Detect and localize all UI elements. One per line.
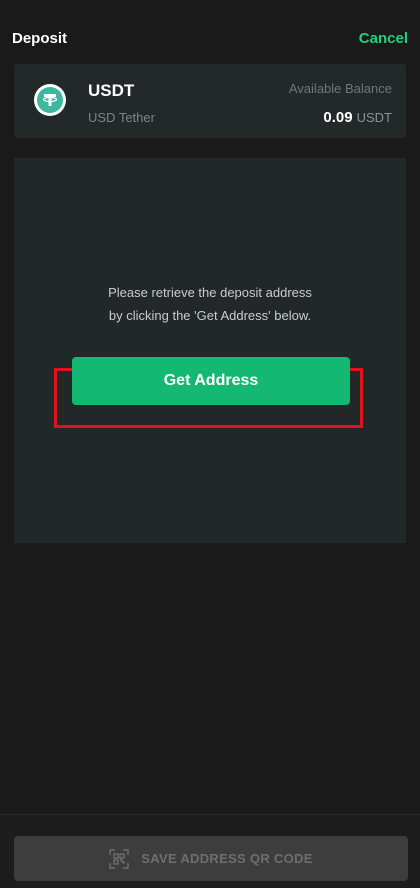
bottom-bar: SAVE ADDRESS QR CODE xyxy=(0,814,420,888)
tether-icon xyxy=(34,84,66,116)
get-address-button[interactable]: Get Address xyxy=(72,357,350,405)
balance-label: Available Balance xyxy=(288,81,392,96)
deposit-screen: Deposit Cancel USDT USD Tether Available… xyxy=(0,0,420,888)
cancel-button[interactable]: Cancel xyxy=(359,30,408,47)
asset-card: USDT USD Tether Available Balance 0.09 US… xyxy=(14,64,406,138)
balance-amount: 0.09 xyxy=(323,109,353,126)
balance-value-row: 0.09 USDT xyxy=(323,109,392,126)
asset-symbol: USDT xyxy=(88,81,135,100)
deposit-instructions: Please retrieve the deposit address by c… xyxy=(14,281,406,327)
instruction-line-2: by clicking the 'Get Address' below. xyxy=(108,308,312,323)
qr-scan-icon xyxy=(109,848,129,869)
balance-unit: USDT xyxy=(356,110,392,125)
deposit-panel: Please retrieve the deposit address by c… xyxy=(14,158,406,543)
asset-name: USD Tether xyxy=(88,110,155,125)
save-qr-label: SAVE ADDRESS QR CODE xyxy=(141,851,313,866)
header: Deposit Cancel xyxy=(0,0,420,64)
page-title: Deposit xyxy=(12,30,68,47)
save-qr-code-button[interactable]: SAVE ADDRESS QR CODE xyxy=(14,836,408,881)
instruction-line-1: Please retrieve the deposit address xyxy=(108,285,312,300)
